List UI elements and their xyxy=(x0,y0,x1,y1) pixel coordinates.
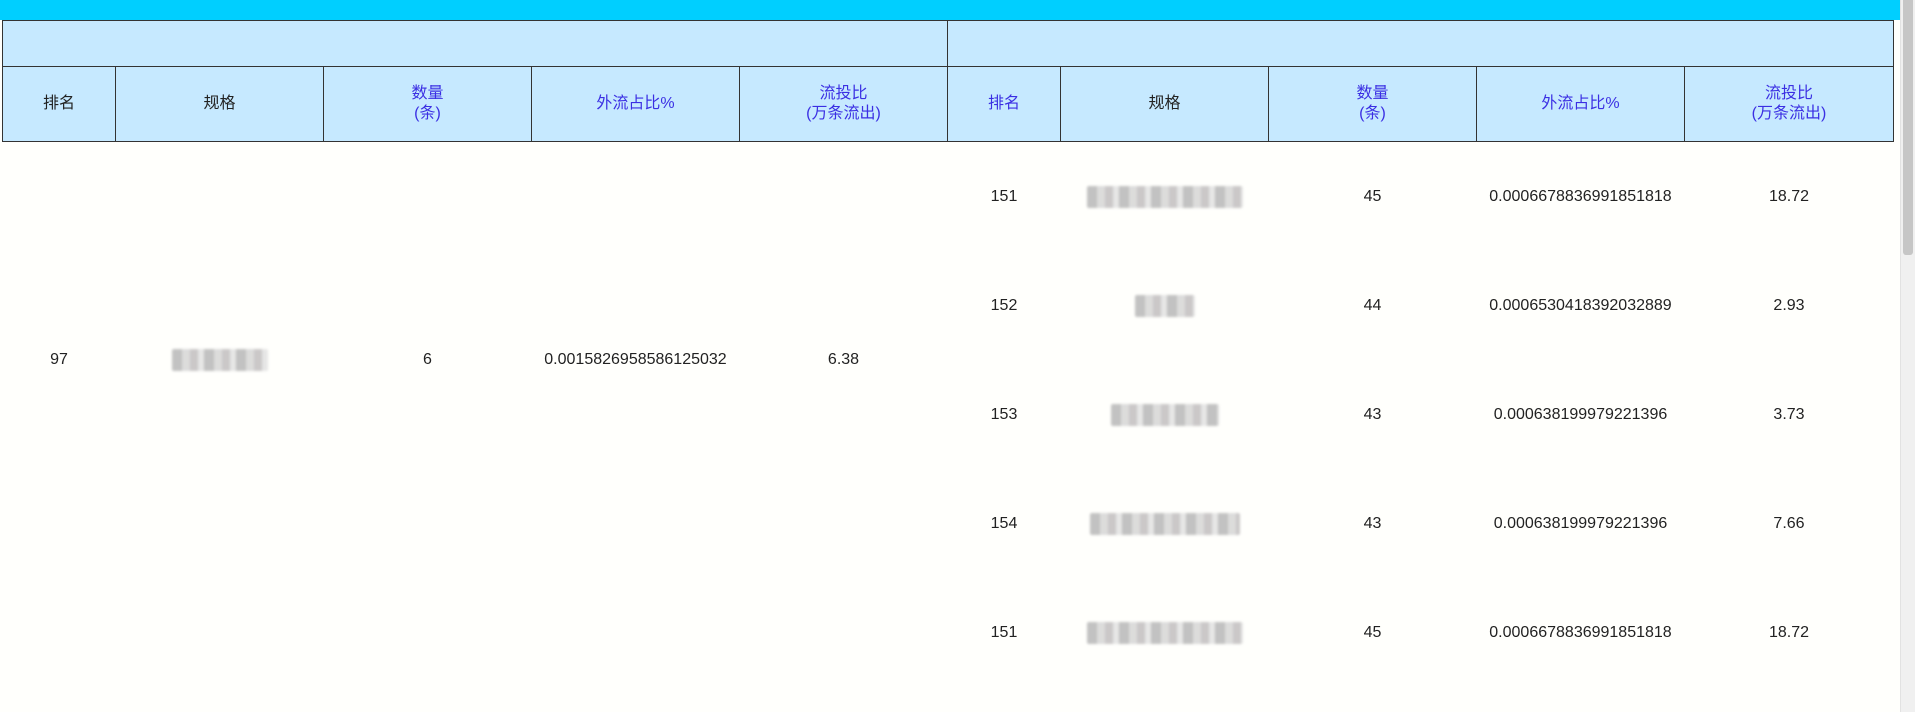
right-header-count[interactable]: 数量 (条) xyxy=(1268,67,1477,142)
table-row-count: 43 xyxy=(1363,515,1382,532)
table-row-outflow-ratio: 0.0006530418392032889 xyxy=(1489,297,1672,314)
right-header-flow-invest[interactable]: 流投比 (万条流出) xyxy=(1684,67,1894,142)
table-row-spec xyxy=(1060,393,1269,437)
column-header-row: 排名 规格 数量 (条) 外流占比% 流投比 (万条流出) 排名 规格 数量 (… xyxy=(2,67,1894,142)
table-row-flow-invest: 2.93 xyxy=(1773,297,1805,314)
table-row-flow-invest: 7.66 xyxy=(1773,515,1805,532)
table-row-rank: 151 xyxy=(990,624,1018,641)
table-row-flow-invest: 18.72 xyxy=(1768,188,1810,205)
left-header-spec[interactable]: 规格 xyxy=(115,67,324,142)
left-row-spec xyxy=(115,142,324,578)
group-header-row xyxy=(2,20,1894,67)
table-row-spec xyxy=(1060,611,1269,655)
left-header-flow-invest[interactable]: 流投比 (万条流出) xyxy=(739,67,948,142)
redacted-spec-icon xyxy=(1134,295,1195,317)
right-header-rank[interactable]: 排名 xyxy=(947,67,1061,142)
table-row-spec xyxy=(1060,502,1269,546)
table-row-spec xyxy=(1060,284,1269,328)
left-row-flow-invest: 6.38 xyxy=(827,351,860,368)
table-row-rank: 153 xyxy=(990,406,1018,423)
left-group-header xyxy=(2,20,948,67)
vertical-scrollbar[interactable] xyxy=(1900,0,1915,712)
right-header-outflow-ratio[interactable]: 外流占比% xyxy=(1476,67,1685,142)
table-row-flow-invest: 18.72 xyxy=(1768,624,1810,641)
table-row-rank: 151 xyxy=(990,188,1018,205)
left-header-rank[interactable]: 排名 xyxy=(2,67,116,142)
table-row-outflow-ratio: 0.0006678836991851818 xyxy=(1489,188,1672,205)
top-banner-bar xyxy=(0,0,1900,20)
table-row-spec xyxy=(1060,175,1269,219)
redacted-spec-icon xyxy=(1110,404,1219,426)
table-row-count: 45 xyxy=(1363,188,1382,205)
table-row-flow-invest: 3.73 xyxy=(1773,406,1805,423)
left-header-count[interactable]: 数量 (条) xyxy=(323,67,532,142)
redacted-spec-icon xyxy=(1089,513,1240,535)
table-row-outflow-ratio: 0.000638199979221396 xyxy=(1493,406,1668,423)
left-header-outflow-ratio[interactable]: 外流占比% xyxy=(531,67,740,142)
redacted-spec-icon xyxy=(171,349,268,371)
left-row-rank: 97 xyxy=(50,351,68,368)
right-header-spec[interactable]: 规格 xyxy=(1060,67,1269,142)
redacted-spec-icon xyxy=(1086,186,1243,208)
table-row-rank: 152 xyxy=(990,297,1018,314)
scrollbar-thumb[interactable] xyxy=(1903,0,1913,255)
table-row-count: 43 xyxy=(1363,406,1382,423)
table-row-outflow-ratio: 0.000638199979221396 xyxy=(1493,515,1668,532)
table-row-count: 45 xyxy=(1363,624,1382,641)
left-row-outflow-ratio: 0.0015826958586125032 xyxy=(544,351,727,368)
table-row-count: 44 xyxy=(1363,297,1382,314)
right-group-header xyxy=(947,20,1894,67)
table-row-outflow-ratio: 0.0006678836991851818 xyxy=(1489,624,1672,641)
table-row-rank: 154 xyxy=(990,515,1018,532)
left-row-count: 6 xyxy=(423,351,432,368)
redacted-spec-icon xyxy=(1086,622,1243,644)
